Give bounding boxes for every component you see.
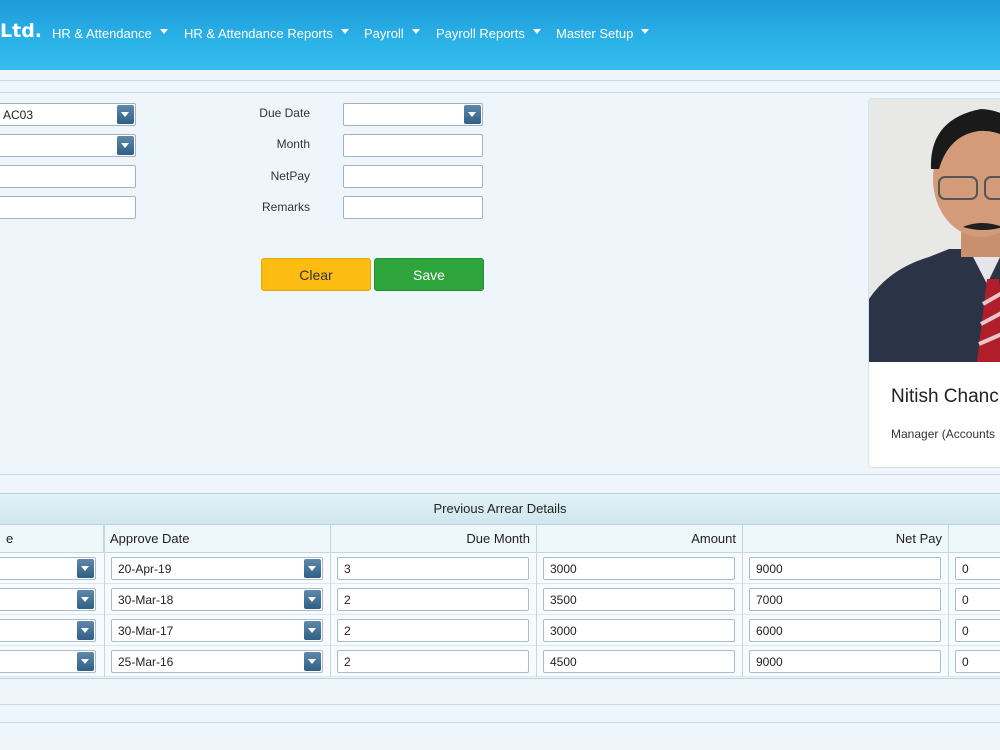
- grid-title: Previous Arrear Details: [0, 493, 1000, 525]
- extra-input[interactable]: 0: [955, 619, 1000, 642]
- divider: [0, 474, 1000, 475]
- column-header-amount: Amount: [537, 525, 743, 553]
- extra-input[interactable]: 0: [955, 650, 1000, 673]
- netpay-label: NetPay: [270, 169, 310, 183]
- dropdown-arrow-icon[interactable]: [304, 621, 321, 640]
- approve-date-select[interactable]: 20-Apr-19: [111, 557, 323, 580]
- month-label: Month: [276, 137, 310, 151]
- netpay-input[interactable]: [343, 165, 483, 188]
- dropdown-arrow-icon[interactable]: [77, 621, 94, 640]
- row-date-select[interactable]: [0, 588, 96, 611]
- save-button[interactable]: Save: [374, 258, 484, 291]
- dropdown-arrow-icon[interactable]: [304, 652, 321, 671]
- chevron-down-icon: [641, 29, 650, 35]
- approve-date-select[interactable]: 30-Mar-18: [111, 588, 323, 611]
- remarks-label: Remarks: [261, 200, 310, 214]
- dropdown-arrow-icon[interactable]: [464, 105, 481, 124]
- nav-hr-attendance[interactable]: HR & Attendance: [52, 26, 168, 41]
- amount-input[interactable]: 4500: [543, 650, 735, 673]
- month-input[interactable]: [343, 134, 483, 157]
- divider: [0, 678, 1000, 679]
- dropdown-arrow-icon[interactable]: [304, 559, 321, 578]
- brand-name: Ltd.: [0, 20, 43, 42]
- net-pay-input[interactable]: 7000: [749, 588, 941, 611]
- row-date-select[interactable]: [0, 619, 96, 642]
- column-divider: [330, 525, 331, 677]
- chevron-down-icon: [340, 29, 349, 35]
- divider: [0, 80, 1000, 81]
- employee-name: Nitish Chanc: [891, 386, 999, 407]
- column-divider: [536, 525, 537, 677]
- due-month-input[interactable]: 3: [337, 557, 529, 580]
- clear-button[interactable]: Clear: [261, 258, 371, 291]
- net-pay-input[interactable]: 9000: [749, 650, 941, 673]
- employee-profile-card: Nitish Chanc Manager (Accounts: [868, 98, 1000, 468]
- person-portrait-icon: [869, 99, 1000, 362]
- dropdown-arrow-icon[interactable]: [304, 590, 321, 609]
- approve-date-select[interactable]: 25-Mar-16: [111, 650, 323, 673]
- column-header: [949, 525, 1000, 553]
- left-field-3[interactable]: [0, 165, 136, 188]
- divider: [0, 92, 1000, 93]
- nav-master-setup[interactable]: Master Setup: [556, 26, 650, 41]
- divider: [0, 722, 1000, 723]
- left-field-4[interactable]: [0, 196, 136, 219]
- approve-date-select[interactable]: 30-Mar-17: [111, 619, 323, 642]
- divider: [0, 704, 1000, 705]
- column-header-approve-date: Approve Date: [104, 525, 331, 553]
- amount-input[interactable]: 3000: [543, 557, 735, 580]
- due-date-select[interactable]: [343, 103, 483, 126]
- chevron-down-icon: [159, 29, 168, 35]
- column-header-net-pay: Net Pay: [743, 525, 949, 553]
- amount-input[interactable]: 3500: [543, 588, 735, 611]
- column-divider: [948, 525, 949, 677]
- employee-designation: Manager (Accounts: [891, 427, 996, 441]
- dropdown-arrow-icon[interactable]: [77, 652, 94, 671]
- column-header: e: [0, 525, 104, 553]
- dropdown-arrow-icon[interactable]: [77, 590, 94, 609]
- row-date-select[interactable]: [0, 650, 96, 673]
- chevron-down-icon: [411, 29, 420, 35]
- chevron-down-icon: [532, 29, 541, 35]
- due-month-input[interactable]: 2: [337, 588, 529, 611]
- net-pay-input[interactable]: 6000: [749, 619, 941, 642]
- remarks-input[interactable]: [343, 196, 483, 219]
- type-select[interactable]: [0, 134, 136, 157]
- dropdown-arrow-icon[interactable]: [77, 559, 94, 578]
- row-date-select[interactable]: [0, 557, 96, 580]
- dropdown-arrow-icon[interactable]: [117, 136, 134, 155]
- nav-payroll-reports[interactable]: Payroll Reports: [436, 26, 541, 41]
- column-header-due-month: Due Month: [331, 525, 537, 553]
- top-navbar: Ltd. HR & Attendance HR & Attendance Rep…: [0, 0, 1000, 70]
- dropdown-arrow-icon[interactable]: [117, 105, 134, 124]
- extra-input[interactable]: 0: [955, 588, 1000, 611]
- nav-payroll[interactable]: Payroll: [364, 26, 420, 41]
- net-pay-input[interactable]: 9000: [749, 557, 941, 580]
- employee-select[interactable]: AC03: [0, 103, 136, 126]
- due-month-input[interactable]: 2: [337, 619, 529, 642]
- nav-hr-attendance-reports[interactable]: HR & Attendance Reports: [184, 26, 349, 41]
- column-divider: [742, 525, 743, 677]
- column-divider: [104, 525, 105, 677]
- due-date-label: Due Date: [259, 106, 310, 120]
- amount-input[interactable]: 3000: [543, 619, 735, 642]
- due-month-input[interactable]: 2: [337, 650, 529, 673]
- extra-input[interactable]: 0: [955, 557, 1000, 580]
- employee-photo: [869, 99, 1000, 362]
